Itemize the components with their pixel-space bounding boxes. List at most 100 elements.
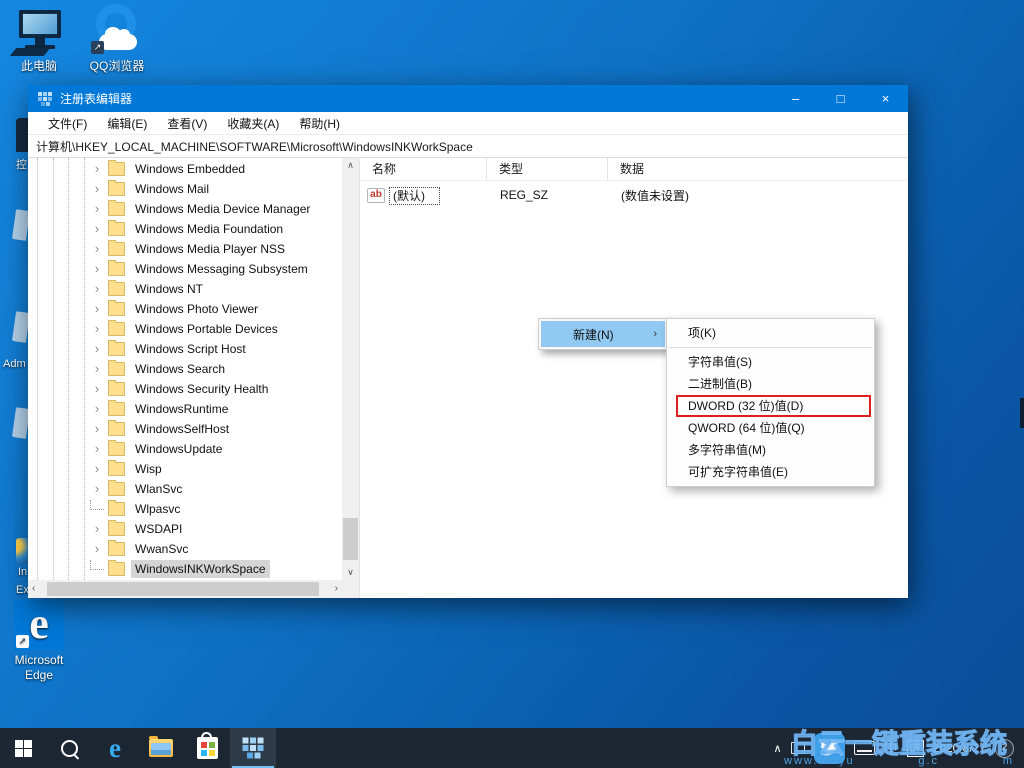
menubar-item[interactable]: 帮助(H) xyxy=(289,115,350,132)
tree-item[interactable]: ›Windows Media Foundation xyxy=(28,219,342,239)
touch-keyboard-icon[interactable] xyxy=(854,741,875,755)
taskbar-search-button[interactable] xyxy=(46,728,92,768)
expand-chevron-icon[interactable]: › xyxy=(90,419,104,439)
scroll-down-arrow-icon[interactable]: ∨ xyxy=(342,567,359,578)
show-hidden-icons-chevron[interactable]: ∧ xyxy=(774,742,782,755)
menubar-item[interactable]: 收藏夹(A) xyxy=(217,115,289,132)
scroll-right-arrow-icon[interactable]: › xyxy=(335,583,338,594)
submenu-item[interactable]: 可扩充字符串值(E) xyxy=(667,461,874,483)
submenu-item[interactable]: 项(K) xyxy=(667,322,874,344)
submenu-item[interactable]: 多字符串值(M) xyxy=(667,439,874,461)
twitter-tray-icon[interactable] xyxy=(814,733,845,764)
tree-item[interactable]: ›Windows Embedded xyxy=(28,159,342,179)
desktop-icon-this-pc[interactable]: 此电脑 xyxy=(0,8,78,74)
expand-chevron-icon[interactable]: › xyxy=(90,199,104,219)
expand-chevron-icon[interactable]: › xyxy=(90,219,104,239)
tree-item[interactable]: Wlpasvc xyxy=(28,499,342,519)
tree-item-label: Windows Media Device Manager xyxy=(131,200,314,218)
tree-item[interactable]: ›Windows NT xyxy=(28,279,342,299)
desktop-icon-microsoft-edge[interactable]: e ↗ Microsoft Edge xyxy=(0,600,78,683)
taskbar-file-explorer-button[interactable] xyxy=(138,728,184,768)
submenu-item[interactable]: DWORD (32 位)值(D) xyxy=(667,395,874,417)
tree-item[interactable]: ›Windows Script Host xyxy=(28,339,342,359)
tree-item[interactable]: ›Windows Photo Viewer xyxy=(28,299,342,319)
submenu-item[interactable]: 字符串值(S) xyxy=(667,351,874,373)
menu-separator xyxy=(669,347,872,348)
language-indicator[interactable]: 中 xyxy=(884,738,898,758)
ime-indicator[interactable]: 拼 xyxy=(907,740,924,757)
taskbar-regedit-button[interactable] xyxy=(230,728,276,768)
scrollbar-thumb[interactable] xyxy=(47,582,319,596)
registry-tree-panel[interactable]: ›Windows Embedded›Windows Mail›Windows M… xyxy=(28,158,360,598)
partial-desktop-icon[interactable] xyxy=(16,118,28,152)
column-header-type[interactable]: 类型 xyxy=(487,158,608,180)
tree-item[interactable]: ›Windows Messaging Subsystem xyxy=(28,259,342,279)
close-button[interactable]: × xyxy=(863,85,908,112)
address-bar[interactable]: 计算机\HKEY_LOCAL_MACHINE\SOFTWARE\Microsof… xyxy=(28,134,908,158)
partial-ie-icon[interactable] xyxy=(16,538,28,564)
menubar-item[interactable]: 查看(V) xyxy=(157,115,217,132)
expand-chevron-icon[interactable]: › xyxy=(90,339,104,359)
expand-chevron-icon[interactable]: › xyxy=(90,479,104,499)
expand-chevron-icon[interactable]: › xyxy=(90,519,104,539)
tree-item[interactable]: ›WindowsRuntime xyxy=(28,399,342,419)
expand-chevron-icon[interactable]: › xyxy=(90,459,104,479)
expand-chevron-icon[interactable]: › xyxy=(90,319,104,339)
scroll-up-arrow-icon[interactable]: ∧ xyxy=(342,160,359,171)
tree-item[interactable]: ›WwanSvc xyxy=(28,539,342,559)
tree-item[interactable]: WindowsINKWorkSpace xyxy=(28,559,342,579)
tree-item[interactable]: ›Windows Search xyxy=(28,359,342,379)
tree-horizontal-scrollbar[interactable]: ‹ › xyxy=(28,580,342,598)
notification-badge[interactable]: 2 xyxy=(995,739,1014,758)
folder-icon xyxy=(108,382,125,396)
tree-item[interactable]: ›Windows Security Health xyxy=(28,379,342,399)
expand-chevron-icon[interactable]: › xyxy=(90,359,104,379)
tree-item[interactable]: ›Windows Media Player NSS xyxy=(28,239,342,259)
column-header-name[interactable]: 名称 xyxy=(360,158,487,180)
tree-item[interactable]: › Windows Media Device Manager xyxy=(28,199,342,219)
maximize-button[interactable]: □ xyxy=(818,85,863,112)
expand-chevron-icon[interactable]: › xyxy=(90,539,104,559)
tree-item[interactable]: ›WSDAPI xyxy=(28,519,342,539)
tree-item[interactable]: ›Wisp xyxy=(28,459,342,479)
new-submenu: 项(K) 字符串值(S)二进制值(B)DWORD (32 位)值(D)QWORD … xyxy=(666,318,875,487)
scrollbar-thumb[interactable] xyxy=(343,518,358,560)
taskbar-store-button[interactable] xyxy=(184,728,230,768)
scroll-left-arrow-icon[interactable]: ‹ xyxy=(32,583,35,594)
tree-item[interactable]: ›WindowsUpdate xyxy=(28,439,342,459)
minimize-button[interactable]: – xyxy=(773,85,818,112)
window-title: 注册表编辑器 xyxy=(60,90,132,107)
tree-vertical-scrollbar[interactable]: ∧ ∨ xyxy=(342,158,359,580)
title-bar[interactable]: 注册表编辑器 – □ × xyxy=(28,85,908,112)
tree-item-label: WindowsSelfHost xyxy=(131,420,233,438)
expand-chevron-icon[interactable]: › xyxy=(90,159,104,179)
tray-app-icon[interactable] xyxy=(791,742,805,754)
taskbar-clock[interactable]: 2020/8/27 xyxy=(933,741,986,755)
submenu-item[interactable]: 二进制值(B) xyxy=(667,373,874,395)
tree-item[interactable]: ›WlanSvc xyxy=(28,479,342,499)
regedit-app-icon xyxy=(241,736,265,760)
menubar-item[interactable]: 文件(F) xyxy=(38,115,97,132)
menu-item-new[interactable]: 新建(N) › xyxy=(541,321,665,347)
store-icon xyxy=(197,737,218,759)
expand-chevron-icon[interactable]: › xyxy=(90,379,104,399)
column-header-data[interactable]: 数据 xyxy=(608,158,908,180)
tree-item[interactable]: ›Windows Mail xyxy=(28,179,342,199)
expand-chevron-icon[interactable]: › xyxy=(90,399,104,419)
folder-icon xyxy=(108,342,125,356)
expand-chevron-icon[interactable]: › xyxy=(90,279,104,299)
submenu-item[interactable]: QWORD (64 位)值(Q) xyxy=(667,417,874,439)
tree-item[interactable]: ›Windows Portable Devices xyxy=(28,319,342,339)
expand-chevron-icon[interactable]: › xyxy=(90,299,104,319)
start-button[interactable] xyxy=(0,728,46,768)
expand-chevron-icon[interactable]: › xyxy=(90,179,104,199)
expand-chevron-icon[interactable]: › xyxy=(90,239,104,259)
registry-value-row[interactable]: ab (默认) REG_SZ (数值未设置) xyxy=(360,184,908,206)
tree-connector-icon xyxy=(90,560,104,570)
menubar-item[interactable]: 编辑(E) xyxy=(97,115,157,132)
desktop-icon-qq-browser[interactable]: ↗ QQ浏览器 xyxy=(78,4,156,74)
tree-item[interactable]: › WindowsSelfHost xyxy=(28,419,342,439)
taskbar-edge-button[interactable]: e xyxy=(92,728,138,768)
expand-chevron-icon[interactable]: › xyxy=(90,439,104,459)
expand-chevron-icon[interactable]: › xyxy=(90,259,104,279)
